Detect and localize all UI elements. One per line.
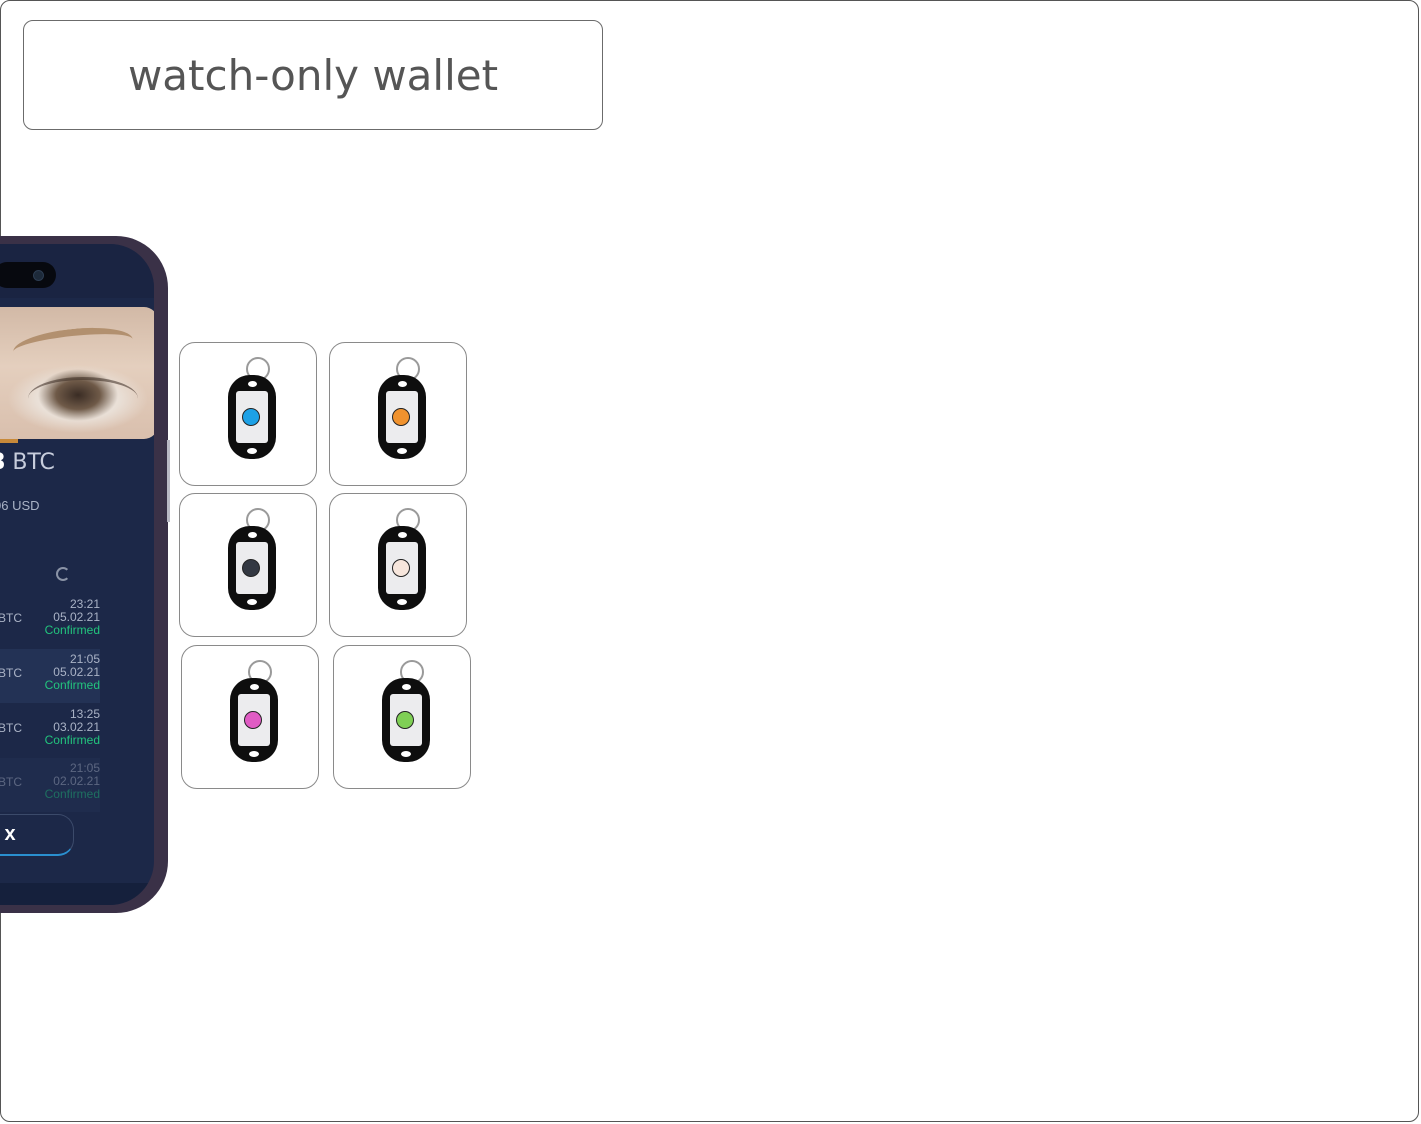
tag-body bbox=[378, 526, 426, 610]
status-bar bbox=[0, 244, 154, 298]
key-tag-tile[interactable] bbox=[179, 493, 317, 637]
tag-hole bbox=[248, 381, 257, 387]
tx-status: Confirmed bbox=[44, 623, 100, 637]
balance-amount: 8 BTC bbox=[0, 450, 55, 475]
tx-status: Confirmed bbox=[44, 787, 100, 801]
balance-value: 8 bbox=[0, 450, 5, 475]
tag-slot bbox=[247, 448, 257, 454]
tag-slot bbox=[397, 448, 407, 454]
tag-color-dot bbox=[242, 559, 260, 577]
bottom-bar bbox=[0, 883, 154, 905]
refresh-icon[interactable] bbox=[56, 567, 70, 581]
tx-meta: 23:21 05.02.21 Confirmed bbox=[45, 598, 100, 637]
camera-lens-icon bbox=[33, 270, 44, 281]
phone-side-button bbox=[167, 440, 170, 522]
transaction-row[interactable]: BTC 13:25 03.02.21 Confirmed bbox=[0, 704, 100, 758]
tx-meta: 21:05 05.02.21 Confirmed bbox=[45, 653, 100, 692]
tag-body bbox=[228, 526, 276, 610]
key-tag-tile[interactable] bbox=[329, 342, 467, 486]
title-box: watch-only wallet bbox=[23, 20, 603, 130]
phone-screen: 8 BTC 06 USD BTC 23:21 05.02.21 Confirme… bbox=[0, 244, 154, 905]
key-tag-icon bbox=[224, 355, 282, 463]
tx-coin: BTC bbox=[0, 775, 22, 789]
key-tag-tile[interactable] bbox=[333, 645, 471, 789]
tag-body bbox=[378, 375, 426, 459]
card-accent-bar bbox=[0, 439, 18, 443]
tx-meta: 21:05 02.02.21 Confirmed bbox=[45, 762, 100, 801]
tag-hole bbox=[398, 532, 407, 538]
tx-coin: BTC bbox=[0, 611, 22, 625]
phone-mockup: 8 BTC 06 USD BTC 23:21 05.02.21 Confirme… bbox=[0, 236, 168, 913]
eyebrow-shape bbox=[11, 322, 135, 369]
transaction-row[interactable]: BTC 21:05 02.02.21 Confirmed bbox=[0, 758, 100, 812]
tx-status: Confirmed bbox=[44, 733, 100, 747]
tag-slot bbox=[249, 751, 259, 757]
tag-body bbox=[228, 375, 276, 459]
tag-label-window bbox=[236, 391, 268, 443]
camera-notch bbox=[0, 262, 56, 288]
page-title: watch-only wallet bbox=[127, 50, 499, 100]
tag-hole bbox=[248, 532, 257, 538]
transaction-row[interactable]: BTC 23:21 05.02.21 Confirmed bbox=[0, 594, 100, 648]
tag-color-dot bbox=[244, 711, 262, 729]
key-tag-icon bbox=[374, 506, 432, 614]
tx-meta: 13:25 03.02.21 Confirmed bbox=[45, 708, 100, 747]
transaction-row[interactable]: BTC 21:05 05.02.21 Confirmed bbox=[0, 649, 100, 703]
key-tag-icon bbox=[226, 658, 284, 766]
wallet-card-eye-image bbox=[0, 307, 154, 439]
tag-color-dot bbox=[392, 408, 410, 426]
tx-coin: BTC bbox=[0, 666, 22, 680]
key-tag-icon bbox=[378, 658, 436, 766]
tx-status: Confirmed bbox=[44, 678, 100, 692]
tag-hole bbox=[402, 684, 411, 690]
usd-balance: 06 USD bbox=[0, 498, 40, 513]
tag-hole bbox=[398, 381, 407, 387]
balance-unit: BTC bbox=[12, 450, 55, 475]
tag-color-dot bbox=[396, 711, 414, 729]
key-tag-tile[interactable] bbox=[181, 645, 319, 789]
tag-body bbox=[382, 678, 430, 762]
tag-label-window bbox=[390, 694, 422, 746]
tag-body bbox=[230, 678, 278, 762]
tag-color-dot bbox=[392, 559, 410, 577]
tag-slot bbox=[247, 599, 257, 605]
tag-label-window bbox=[236, 542, 268, 594]
tag-color-dot bbox=[242, 408, 260, 426]
tx-coin: BTC bbox=[0, 721, 22, 735]
tag-label-window bbox=[238, 694, 270, 746]
key-tag-tile[interactable] bbox=[179, 342, 317, 486]
key-tag-tile[interactable] bbox=[329, 493, 467, 637]
tag-label-window bbox=[386, 391, 418, 443]
close-button-label: x bbox=[4, 823, 16, 845]
key-tag-icon bbox=[374, 355, 432, 463]
tag-slot bbox=[401, 751, 411, 757]
tag-label-window bbox=[386, 542, 418, 594]
key-tag-icon bbox=[224, 506, 282, 614]
eyelash-shape bbox=[28, 377, 138, 420]
tag-hole bbox=[250, 684, 259, 690]
tag-slot bbox=[397, 599, 407, 605]
close-button[interactable]: x bbox=[0, 814, 74, 856]
